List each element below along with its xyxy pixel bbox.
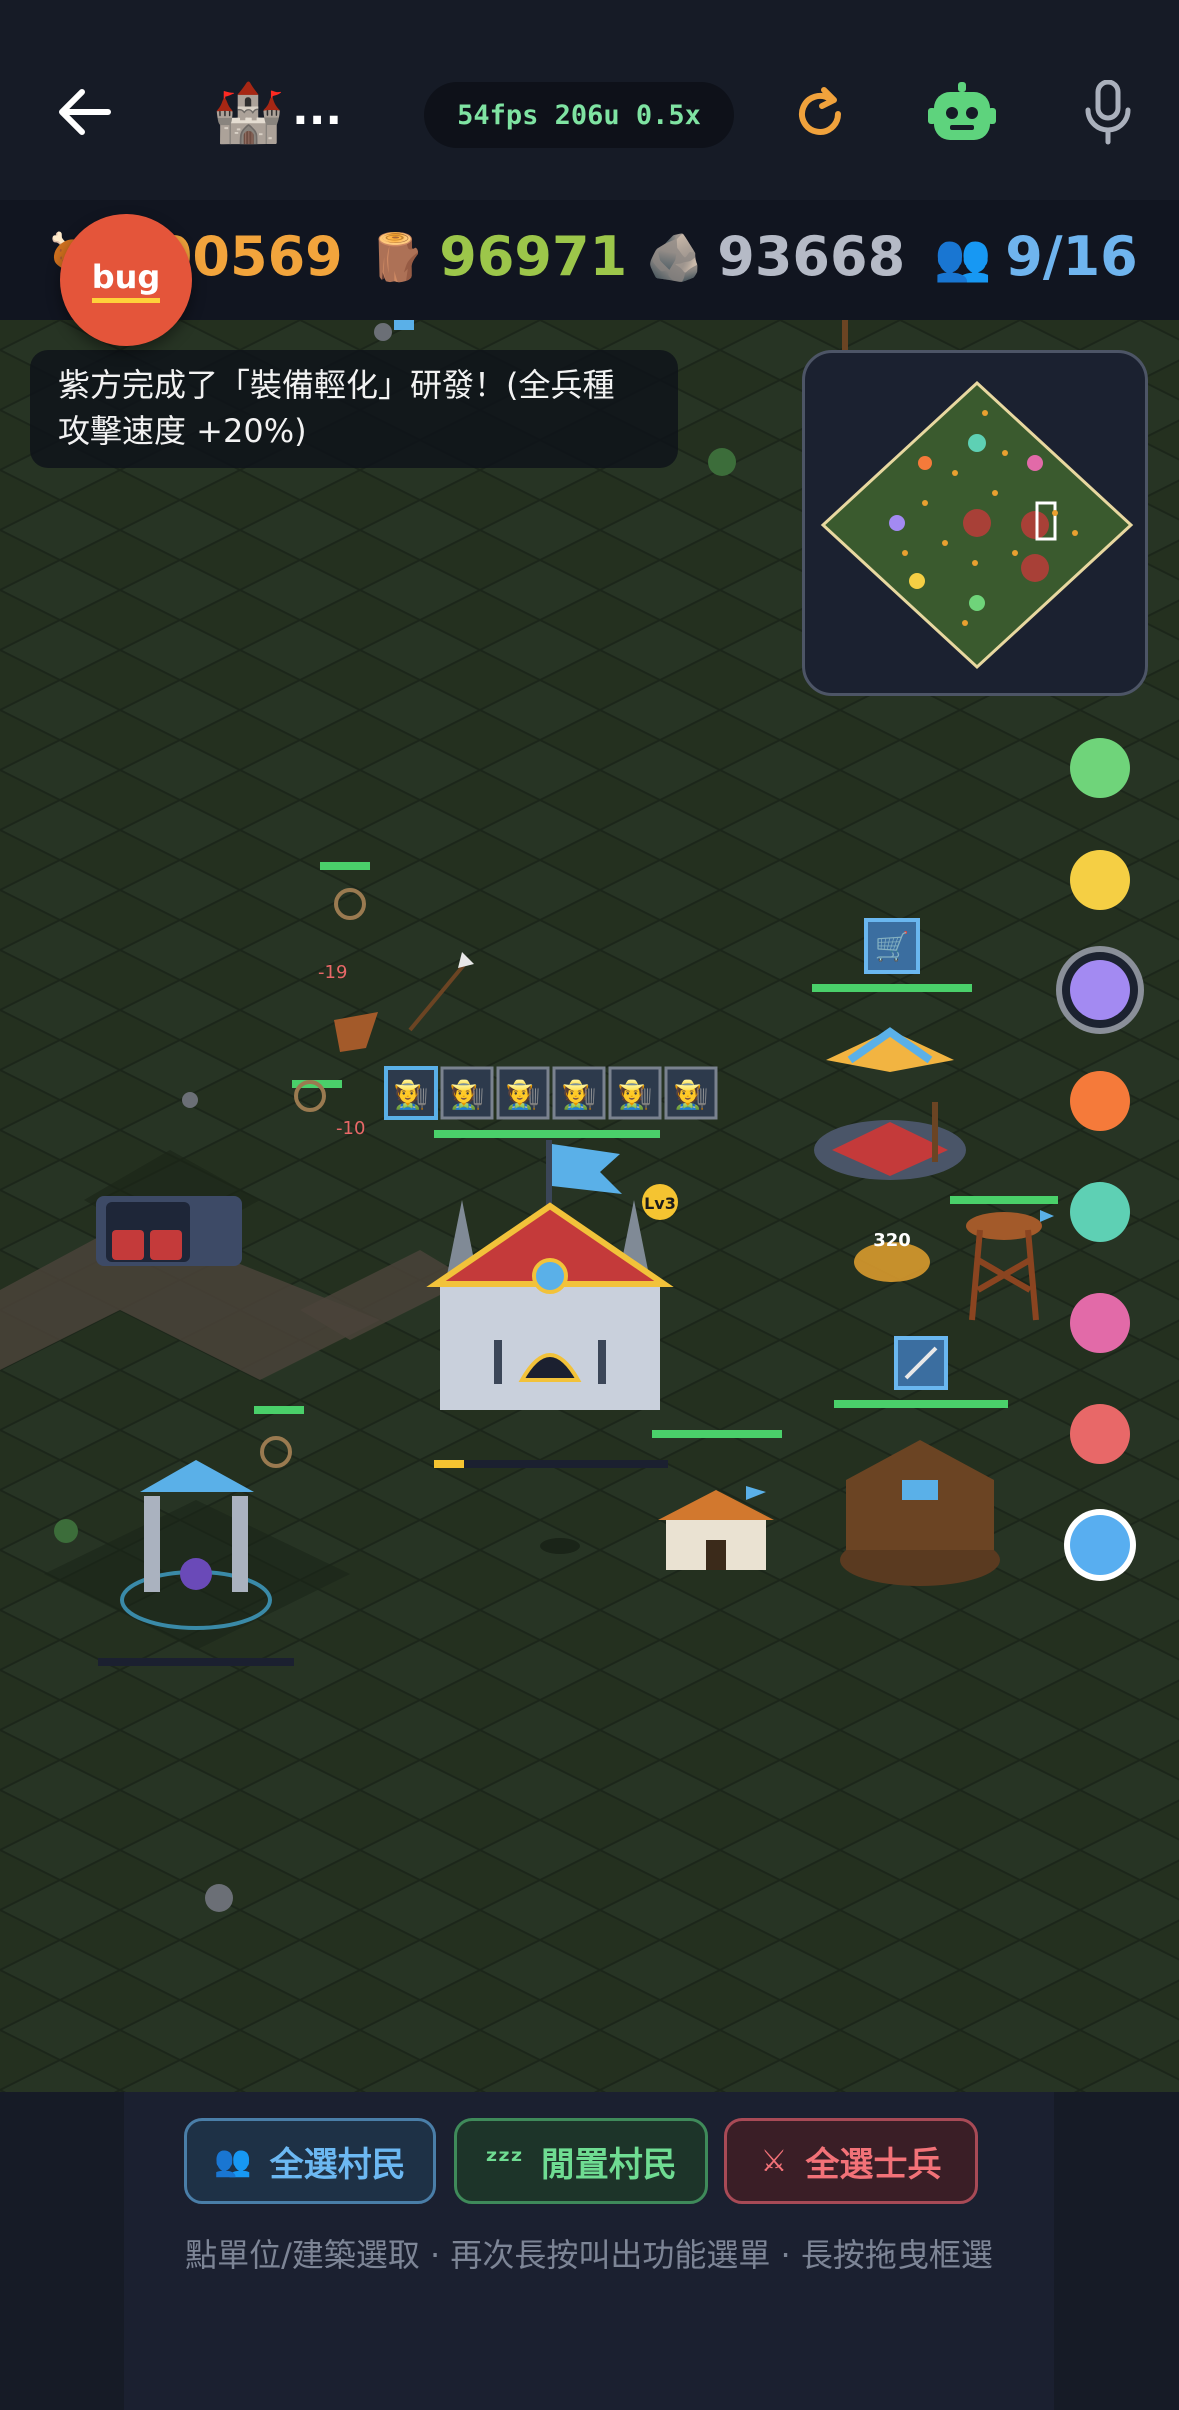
damage-text-1: -19 [318, 962, 347, 983]
wood-resource: 🪵 96971 [368, 222, 627, 292]
population-resource: 👥 9/16 [934, 222, 1138, 292]
rock-icon: 🪨 [646, 230, 704, 284]
player-color-swatch[interactable] [1070, 850, 1130, 910]
svg-text:🧑‍🌾: 🧑‍🌾 [505, 1078, 541, 1111]
people-icon: 👥 [214, 2143, 252, 2179]
svg-text:🛒: 🛒 [875, 930, 910, 963]
player-color-swatch[interactable] [1070, 1071, 1130, 1131]
controls-hint: 點單位/建築選取 · 再次長按叫出功能選單 · 長按拖曳框選 [185, 2236, 993, 2274]
stone-count: 93668 [717, 225, 906, 288]
svg-text:🧑‍🌾: 🧑‍🌾 [393, 1078, 429, 1111]
idle-villagers-button[interactable]: ᶻᶻᶻ 閒置村民 [454, 2118, 708, 2204]
sleep-icon: ᶻᶻᶻ [485, 2143, 523, 2179]
select-soldiers-label: 全選士兵 [805, 2144, 942, 2185]
research-notification: 紫方完成了「裝備輕化」研發！(全兵種 攻擊速度 +20%) [30, 350, 678, 468]
select-all-villagers-button[interactable]: 👥 全選村民 [184, 2118, 436, 2204]
idle-villagers-label: 閒置村民 [540, 2144, 677, 2185]
game-title: ... [292, 84, 343, 135]
farm-count: 320 [873, 1230, 911, 1251]
player-color-swatch[interactable] [1070, 738, 1130, 798]
minimap[interactable] [802, 350, 1148, 696]
bug-label: bug [91, 258, 161, 303]
robot-icon[interactable] [928, 80, 996, 146]
back-arrow-icon[interactable] [52, 80, 116, 144]
wood-log-icon: 🪵 [368, 230, 426, 284]
player-color-swatch[interactable] [1070, 1515, 1130, 1575]
player-color-swatch[interactable] [1070, 1182, 1130, 1242]
bug-report-button[interactable]: bug [60, 214, 192, 346]
select-all-soldiers-button[interactable]: ⚔ 全選士兵 [724, 2118, 978, 2204]
performance-stats: 54fps 206u 0.5x [424, 82, 734, 148]
notification-line-2: 攻擊速度 +20%) [58, 412, 307, 450]
refresh-icon[interactable] [790, 84, 850, 144]
notification-line-1: 紫方完成了「裝備輕化」研發！(全兵種 [58, 366, 615, 404]
svg-text:🧑‍🌾: 🧑‍🌾 [449, 1078, 485, 1111]
microphone-icon[interactable] [1080, 80, 1136, 146]
damage-text-2: -10 [336, 1118, 365, 1139]
player-color-swatch[interactable] [1070, 1293, 1130, 1353]
crossed-swords-icon: ⚔ [760, 2143, 788, 2179]
level-badge: Lv3 [644, 1194, 676, 1213]
wood-count: 96971 [439, 225, 628, 288]
svg-text:🧑‍🌾: 🧑‍🌾 [561, 1078, 597, 1111]
people-icon: 👥 [934, 230, 992, 284]
player-color-swatch[interactable] [1070, 1404, 1130, 1464]
minimap-view [820, 380, 1134, 670]
stone-resource: 🪨 93668 [646, 222, 905, 292]
svg-text:🧑‍🌾: 🧑‍🌾 [673, 1078, 709, 1111]
population-count: 9/16 [1005, 225, 1138, 288]
svg-text:🧑‍🌾: 🧑‍🌾 [617, 1078, 653, 1111]
select-villagers-label: 全選村民 [269, 2144, 406, 2185]
castle-icon: 🏰 [212, 78, 285, 146]
player-color-swatch[interactable] [1070, 960, 1130, 1020]
